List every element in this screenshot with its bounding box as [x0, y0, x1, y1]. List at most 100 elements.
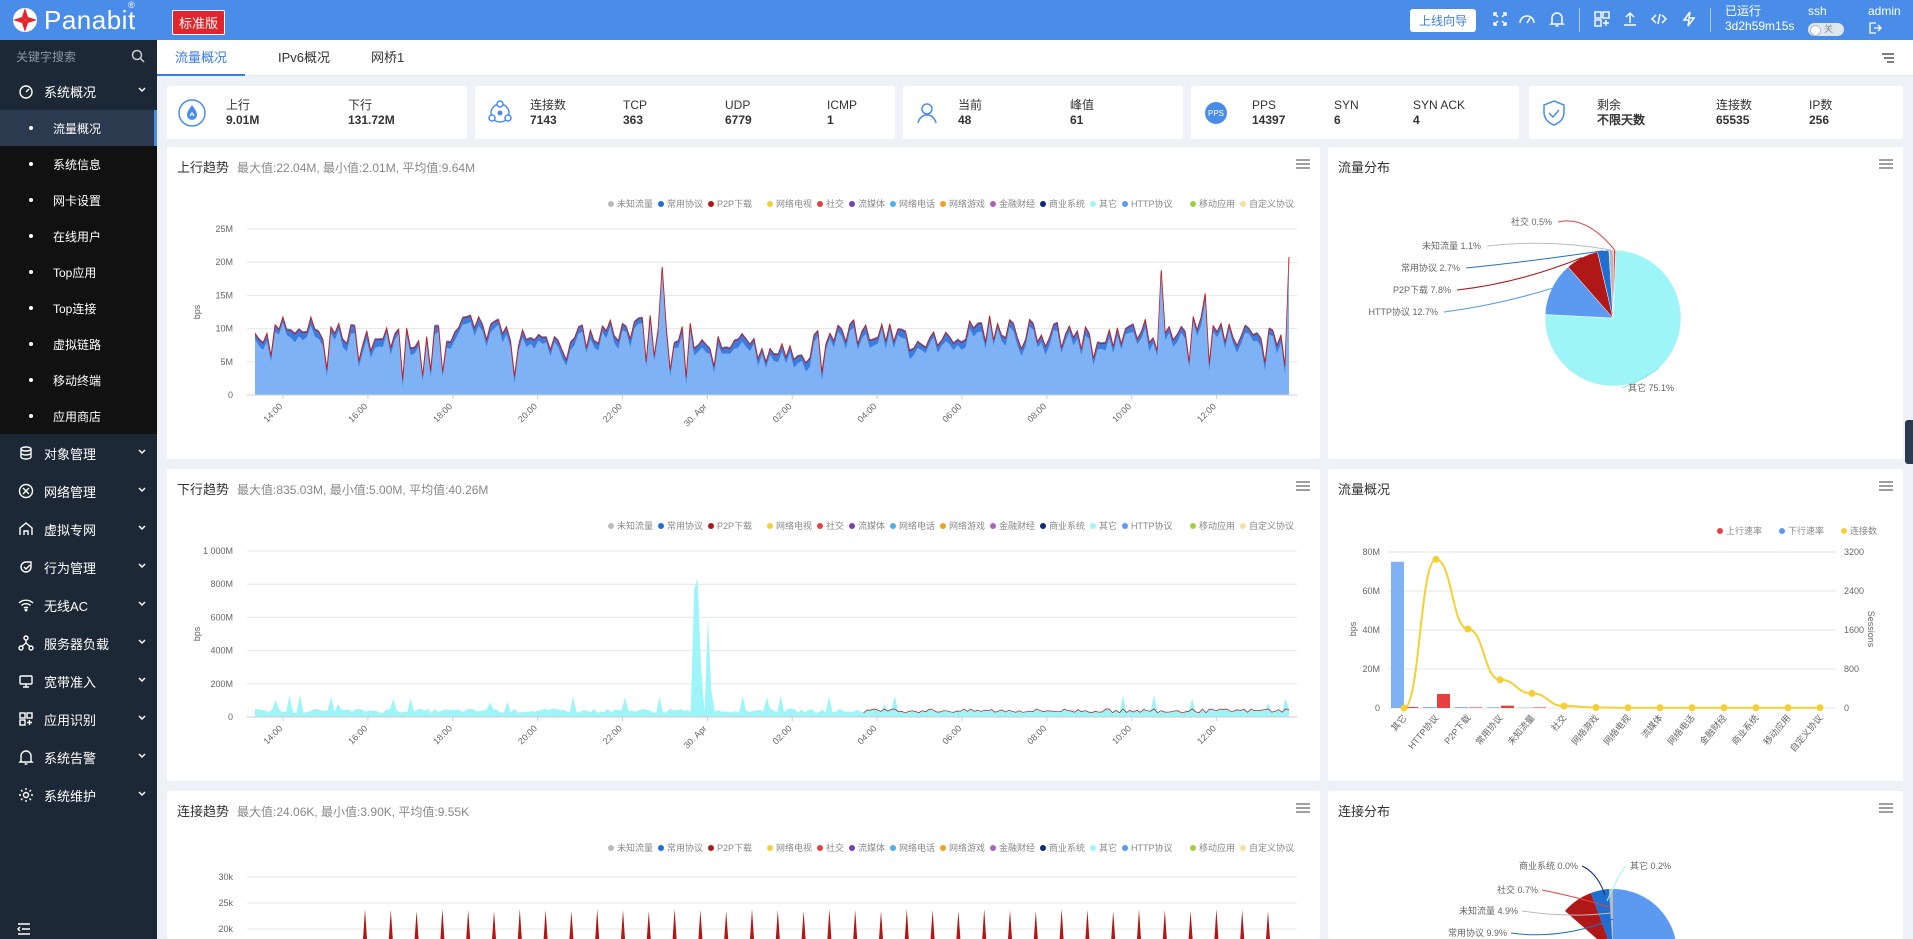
runtime-label: 已运行: [1725, 4, 1762, 18]
sidebar-item-top-connections[interactable]: Top连接: [0, 290, 157, 326]
tab-traffic-overview[interactable]: 流量概况: [157, 40, 246, 76]
legend-marker: [1122, 523, 1128, 529]
sidebar-item-app-store[interactable]: 应用商店: [0, 398, 157, 434]
sidebar-item-traffic-overview[interactable]: 流量概况: [0, 110, 157, 146]
stat-connections: 连接数 7143: [530, 98, 567, 127]
code-icon[interactable]: [1650, 10, 1668, 28]
sort-icon[interactable]: [1881, 52, 1895, 64]
layout-icon[interactable]: [1593, 10, 1611, 28]
pie-leader-line: [1486, 242, 1612, 251]
series-point-sessions: [1752, 704, 1760, 712]
legend-marker: [1779, 528, 1785, 534]
x-tick-label: 06:00: [940, 401, 963, 424]
series-point-sessions: [1464, 625, 1472, 633]
tab-ipv6-overview[interactable]: IPv6概况: [260, 40, 348, 76]
x-tick-label: 10:00: [1110, 723, 1133, 746]
search-icon[interactable]: [131, 49, 145, 63]
legend-label: 其它: [1099, 842, 1117, 853]
series-point-sessions: [1656, 704, 1664, 712]
bell-icon[interactable]: [1548, 10, 1566, 28]
legend-marker: [1090, 201, 1096, 207]
downlink-area-chart: 未知流量 常用协议 P2P下载 网络电视 社交 流媒体 网络电话 网络游戏 金融财经 商业系统 其它…: [192, 520, 1297, 751]
sidebar-group-app-recognition[interactable]: 应用识别: [0, 700, 157, 738]
legend-marker: [1717, 528, 1723, 534]
legend-marker: [1190, 201, 1196, 207]
x-tick-label: 常用协议: [1473, 712, 1505, 747]
sidebar-group-maintenance[interactable]: 系统维护: [0, 776, 157, 814]
sidebar-group-broadband[interactable]: 宽带准入: [0, 662, 157, 700]
stat-card-connections: 连接数 7143 TCP 363 UDP 6779 ICMP 1: [475, 86, 895, 139]
username[interactable]: admin: [1868, 4, 1901, 19]
legend-marker: [658, 845, 664, 851]
pie-label: P2P下载 7.8%: [1393, 284, 1451, 295]
x-tick-label: 网络电视: [1601, 712, 1633, 747]
legend-label: 流媒体: [858, 842, 885, 853]
legend-label: 网络电话: [899, 842, 935, 853]
sidebar-group-objects[interactable]: 对象管理: [0, 434, 157, 472]
bar-downlink: [1487, 707, 1500, 708]
bolt-icon[interactable]: [1680, 10, 1698, 28]
ssh-toggle[interactable]: 关: [1808, 23, 1844, 36]
panabit-logo-icon: [13, 8, 37, 32]
logout-icon[interactable]: [1868, 21, 1901, 39]
search-input[interactable]: 关键字搜索: [16, 48, 76, 65]
x-tick-label: 流媒体: [1639, 712, 1665, 740]
series-point-sessions: [1624, 704, 1632, 712]
stat-syn: SYN 6: [1334, 98, 1359, 127]
sidebar-item-online-users[interactable]: 在线用户: [0, 218, 157, 254]
broadband-icon: [17, 672, 35, 690]
tab-bridge1[interactable]: 网桥1: [353, 40, 422, 76]
stat-card-bandwidth: 上行 9.01M 下行 131.72M: [167, 86, 467, 139]
collapse-sidebar-icon[interactable]: [16, 921, 32, 937]
sidebar-group-server-load[interactable]: 服务器负载: [0, 624, 157, 662]
bar-downlink: [1423, 707, 1436, 708]
sidebar-group-alerts[interactable]: 系统告警: [0, 738, 157, 776]
legend-label: 网络游戏: [949, 520, 985, 531]
legend-label: 连接数: [1850, 525, 1877, 536]
y-axis-label: bps: [192, 626, 202, 641]
sidebar-group-vpn[interactable]: 虚拟专网: [0, 510, 157, 548]
sidebar-item-mobile-terminals[interactable]: 移动终端: [0, 362, 157, 398]
chevron-down-icon: [138, 87, 146, 93]
legend-label: 网络游戏: [949, 842, 985, 853]
sidebar-item-system-info[interactable]: 系统信息: [0, 146, 157, 182]
behavior-icon: [17, 558, 35, 576]
setup-guide-button[interactable]: 上线向导: [1410, 9, 1477, 32]
side-drawer-handle[interactable]: [1905, 420, 1913, 464]
legend-marker: [608, 845, 614, 851]
top-bar: Panabit ® 标准版 上线向导 已运行 3d2h59m15s ssh 关 …: [0, 0, 1913, 40]
pie-label: 常用协议 2.7%: [1401, 262, 1460, 273]
logo: Panabit: [12, 6, 136, 34]
pie-label: 其它 75.1%: [1628, 382, 1674, 393]
sidebar-group-behavior[interactable]: 行为管理: [0, 548, 157, 586]
connection-spike: [492, 911, 496, 939]
x-tick-label: 18:00: [431, 401, 454, 424]
legend-marker: [708, 523, 714, 529]
stat-udp: UDP 6779: [725, 98, 752, 127]
user-menu[interactable]: admin: [1868, 4, 1901, 39]
dashboard-icon[interactable]: [1518, 10, 1536, 28]
x-tick-label: 10:00: [1110, 401, 1133, 424]
sidebar-search[interactable]: 关键字搜索: [0, 40, 157, 72]
legend-label: 其它: [1099, 520, 1117, 531]
bar-downlink: [1391, 561, 1404, 708]
database-icon: [17, 444, 35, 462]
legend-label: 其它: [1099, 198, 1117, 209]
fullscreen-icon[interactable]: [1491, 10, 1509, 28]
sidebar-group-overview[interactable]: 系统概况: [0, 72, 157, 110]
x-tick-label: 30. Apr: [682, 723, 709, 750]
connection-spike: [1111, 911, 1116, 939]
connection-spike: [646, 911, 651, 939]
sidebar-group-network[interactable]: 网络管理: [0, 472, 157, 510]
x-tick-label: 14:00: [261, 723, 284, 746]
sidebar-item-virtual-links[interactable]: 虚拟链路: [0, 326, 157, 362]
sidebar-item-top-apps[interactable]: Top应用: [0, 254, 157, 290]
y2-tick-label: 3200: [1844, 547, 1864, 557]
sidebar-item-nic-settings[interactable]: 网卡设置: [0, 182, 157, 218]
chevron-down-icon: [138, 677, 146, 683]
upload-icon[interactable]: [1621, 10, 1639, 28]
y-tick-label: 1 000M: [203, 546, 233, 556]
sidebar-group-wireless-ac[interactable]: 无线AC: [0, 586, 157, 624]
edition-badge: 标准版: [172, 10, 226, 35]
legend-label: 流媒体: [858, 520, 885, 531]
